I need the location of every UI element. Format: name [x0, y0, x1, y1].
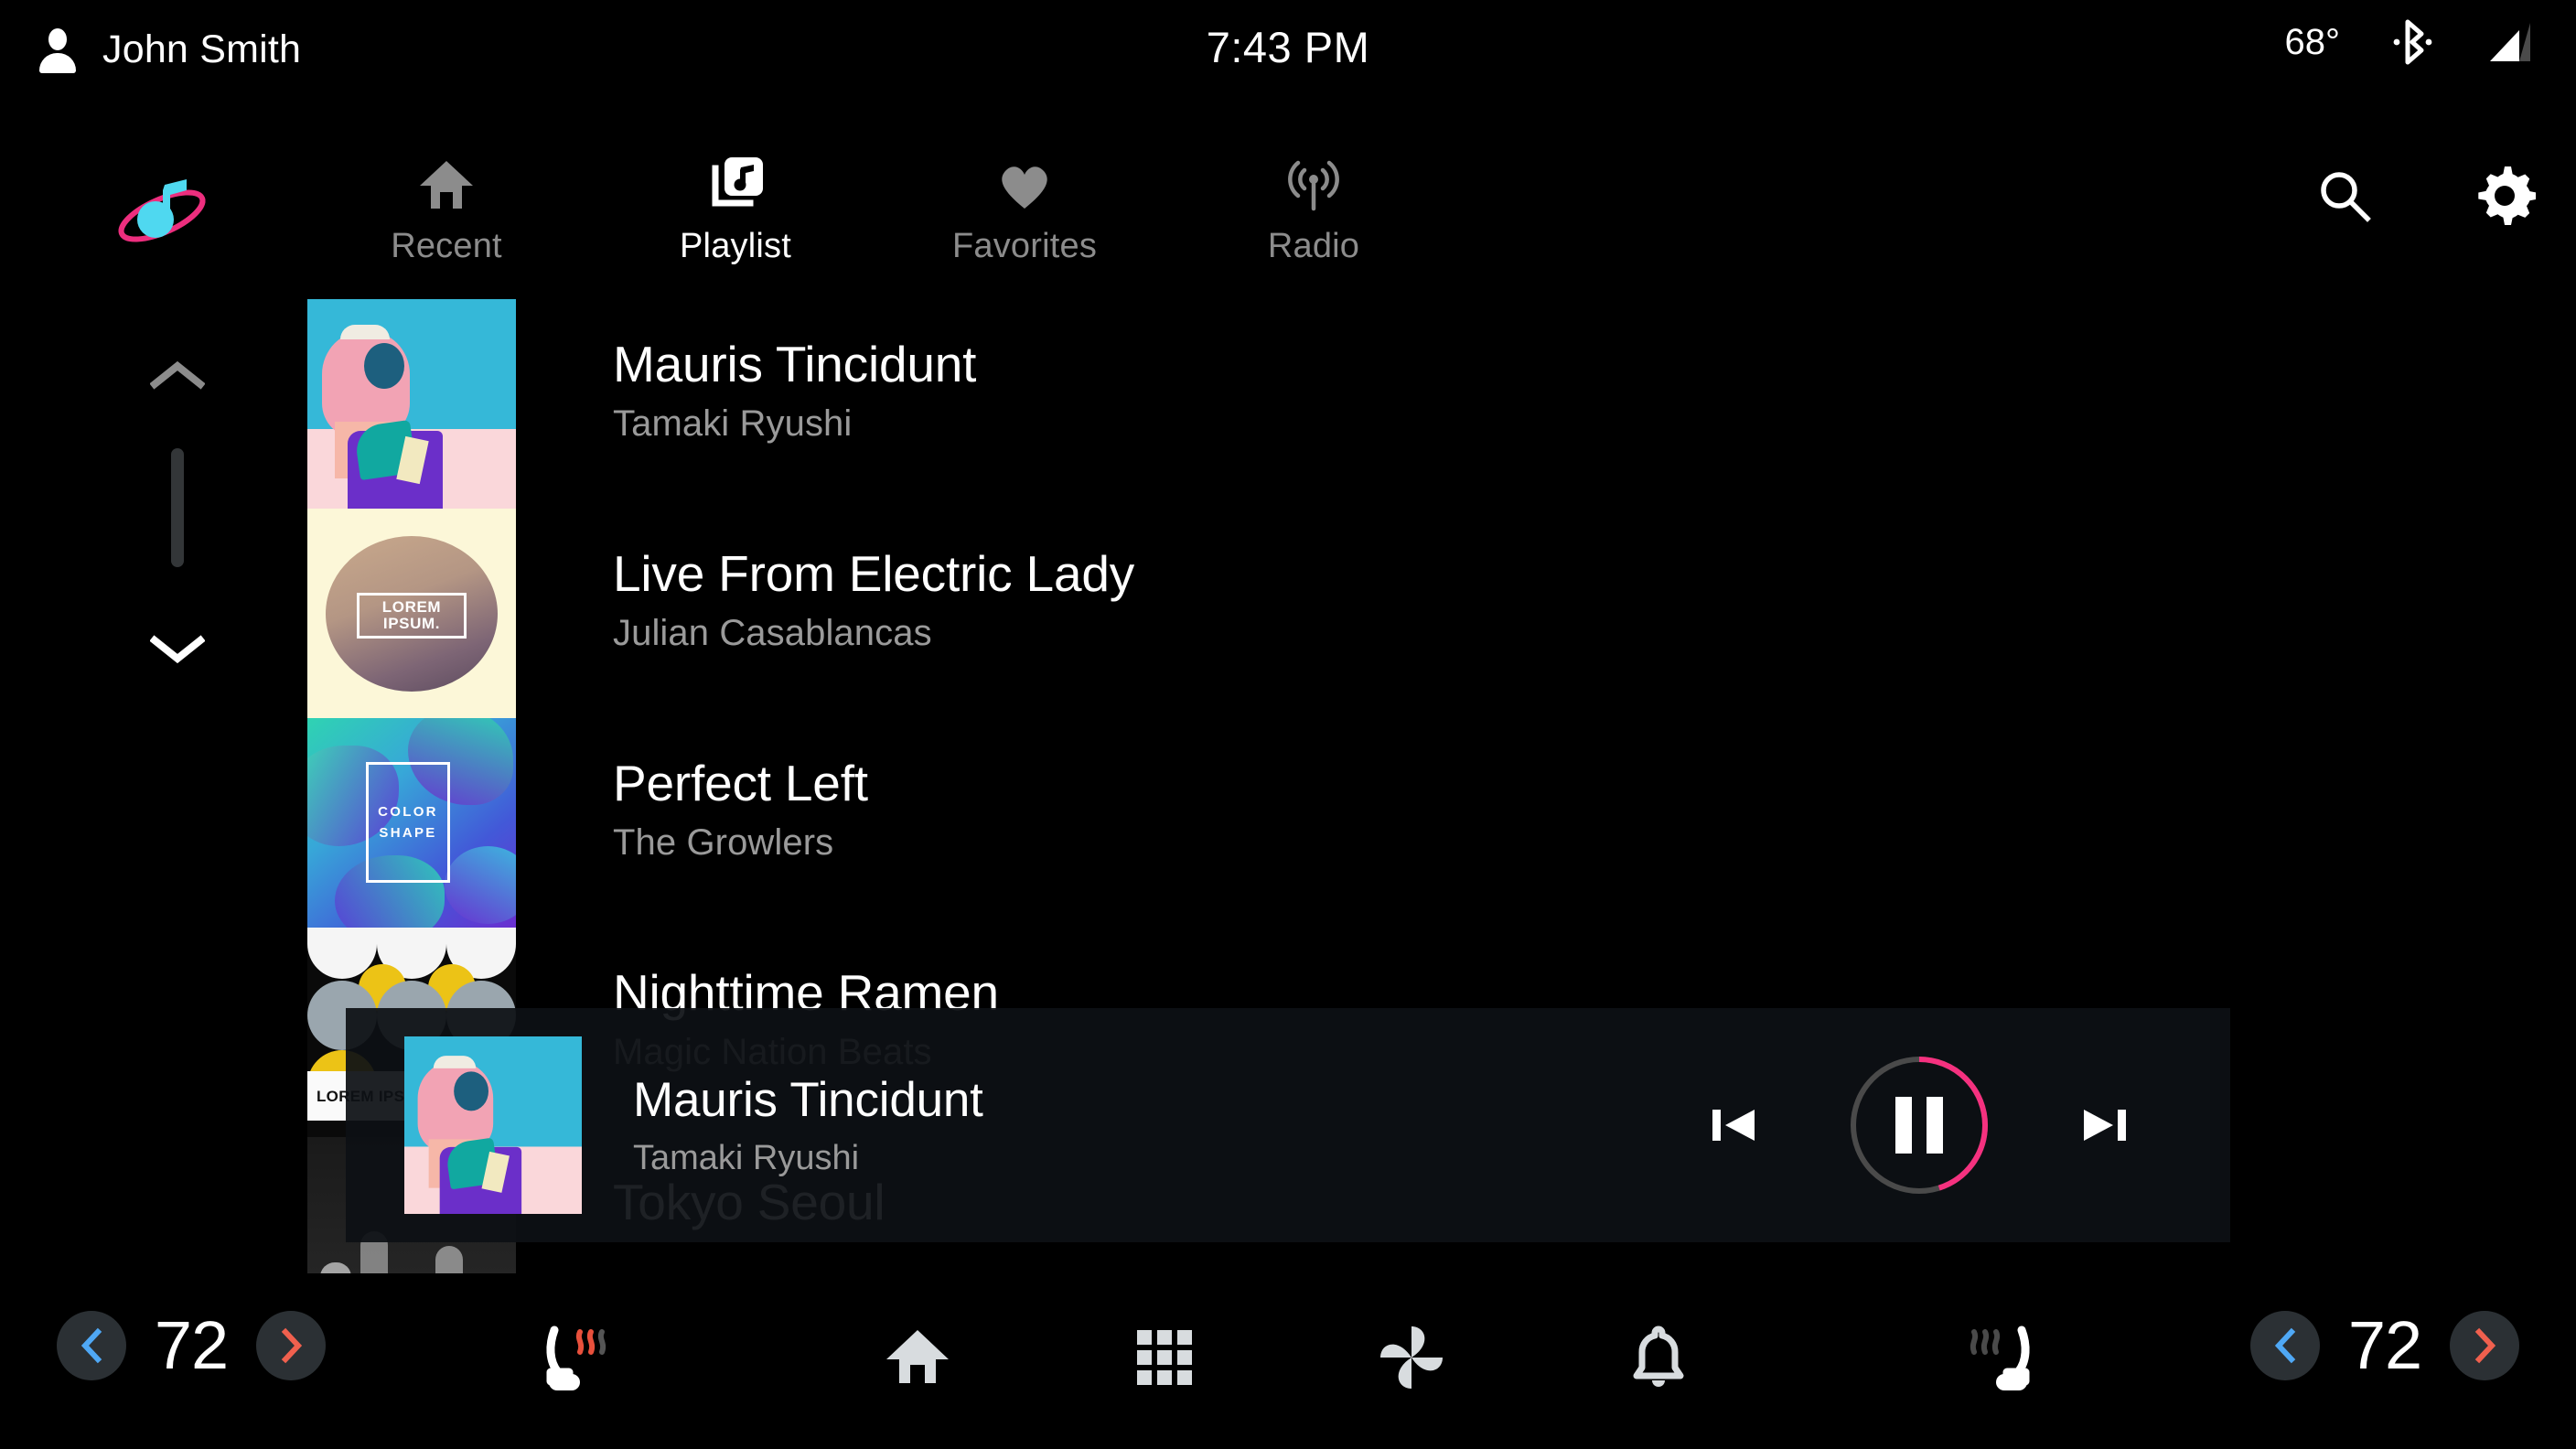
album-art: LOREM IPSUM. [307, 509, 516, 718]
track-artist: Julian Casablancas [613, 613, 932, 654]
skip-previous-icon[interactable] [1707, 1099, 1760, 1152]
album-art: COLOR SHAPE [307, 718, 516, 928]
clock: 7:43 PM [1206, 23, 1370, 71]
album-art-label: COLOR SHAPE [378, 804, 438, 841]
playlist-icon [706, 145, 765, 212]
tab-radio[interactable]: Radio [1169, 145, 1458, 266]
passenger-climate-control: 72 [2250, 1306, 2519, 1384]
heart-icon [996, 145, 1053, 212]
bell-notifications-icon[interactable] [1616, 1319, 1701, 1396]
bluetooth-icon[interactable] [2391, 18, 2433, 66]
album-art [307, 299, 516, 509]
temp-decrease-button[interactable] [2250, 1310, 2320, 1380]
now-playing-bar[interactable]: Mauris Tincidunt Tamaki Ryushi [346, 1008, 2230, 1242]
search-icon[interactable] [2316, 167, 2373, 224]
tab-label: Recent [391, 227, 502, 265]
track-title: Perfect Left [613, 755, 868, 811]
home-icon [418, 145, 475, 212]
track-title: Mauris Tincidunt [613, 336, 977, 392]
passenger-heated-seat-icon[interactable] [1965, 1323, 2036, 1401]
tab-favorites[interactable]: Favorites [880, 145, 1169, 266]
chevron-down-icon[interactable] [132, 622, 223, 677]
pause-icon [1895, 1097, 1943, 1154]
outside-temperature: 68° [2284, 21, 2341, 62]
gear-icon[interactable] [2474, 165, 2536, 227]
fan-climate-icon[interactable] [1369, 1319, 1454, 1396]
now-playing-artist: Tamaki Ryushi [633, 1139, 860, 1177]
playback-controls [1707, 1008, 2131, 1242]
tab-recent[interactable]: Recent [302, 145, 591, 266]
radio-icon [1285, 145, 1342, 212]
track-title: Live From Electric Lady [613, 545, 1135, 602]
now-playing-album-art [404, 1036, 582, 1214]
home-icon[interactable] [875, 1319, 960, 1396]
tab-label: Radio [1267, 227, 1360, 265]
track-artist: The Growlers [613, 822, 834, 864]
chevron-up-icon[interactable] [132, 348, 223, 402]
status-bar: John Smith 7:43 PM 68° [0, 0, 2576, 126]
pause-button[interactable] [1846, 1052, 1992, 1198]
music-planet-logo-icon [112, 168, 212, 251]
cellular-signal-icon [2485, 21, 2532, 63]
album-art-label: LOREM IPSUM. [357, 593, 467, 639]
tab-playlist[interactable]: Playlist [591, 145, 880, 266]
app-bar: Recent Playlist Favorites Radio [0, 126, 2576, 291]
nav-tabs: Recent Playlist Favorites Radio [302, 145, 1458, 266]
skip-next-icon[interactable] [2078, 1099, 2131, 1152]
tab-label: Playlist [680, 227, 791, 265]
apps-grid-icon[interactable] [1122, 1319, 1207, 1396]
track-list-item[interactable]: COLOR SHAPE Perfect Left The Growlers [307, 718, 2283, 928]
track-artist: Tamaki Ryushi [613, 403, 853, 445]
now-playing-title: Mauris Tincidunt [633, 1073, 983, 1127]
status-indicators: 68° [2285, 18, 2533, 66]
list-scrollbar[interactable] [113, 348, 242, 933]
track-list-item[interactable]: Mauris Tincidunt Tamaki Ryushi [307, 299, 2283, 509]
bottom-bar: 72 72 [0, 1275, 2576, 1449]
passenger-temp-value: 72 [2347, 1307, 2422, 1383]
app-bar-actions [2316, 165, 2536, 227]
system-nav [0, 1319, 2576, 1396]
tab-label: Favorites [951, 227, 1098, 265]
track-list-item[interactable]: LOREM IPSUM. Live From Electric Lady Juli… [307, 509, 2283, 718]
temp-increase-button[interactable] [2450, 1310, 2519, 1380]
scrollbar-thumb[interactable] [171, 448, 184, 567]
